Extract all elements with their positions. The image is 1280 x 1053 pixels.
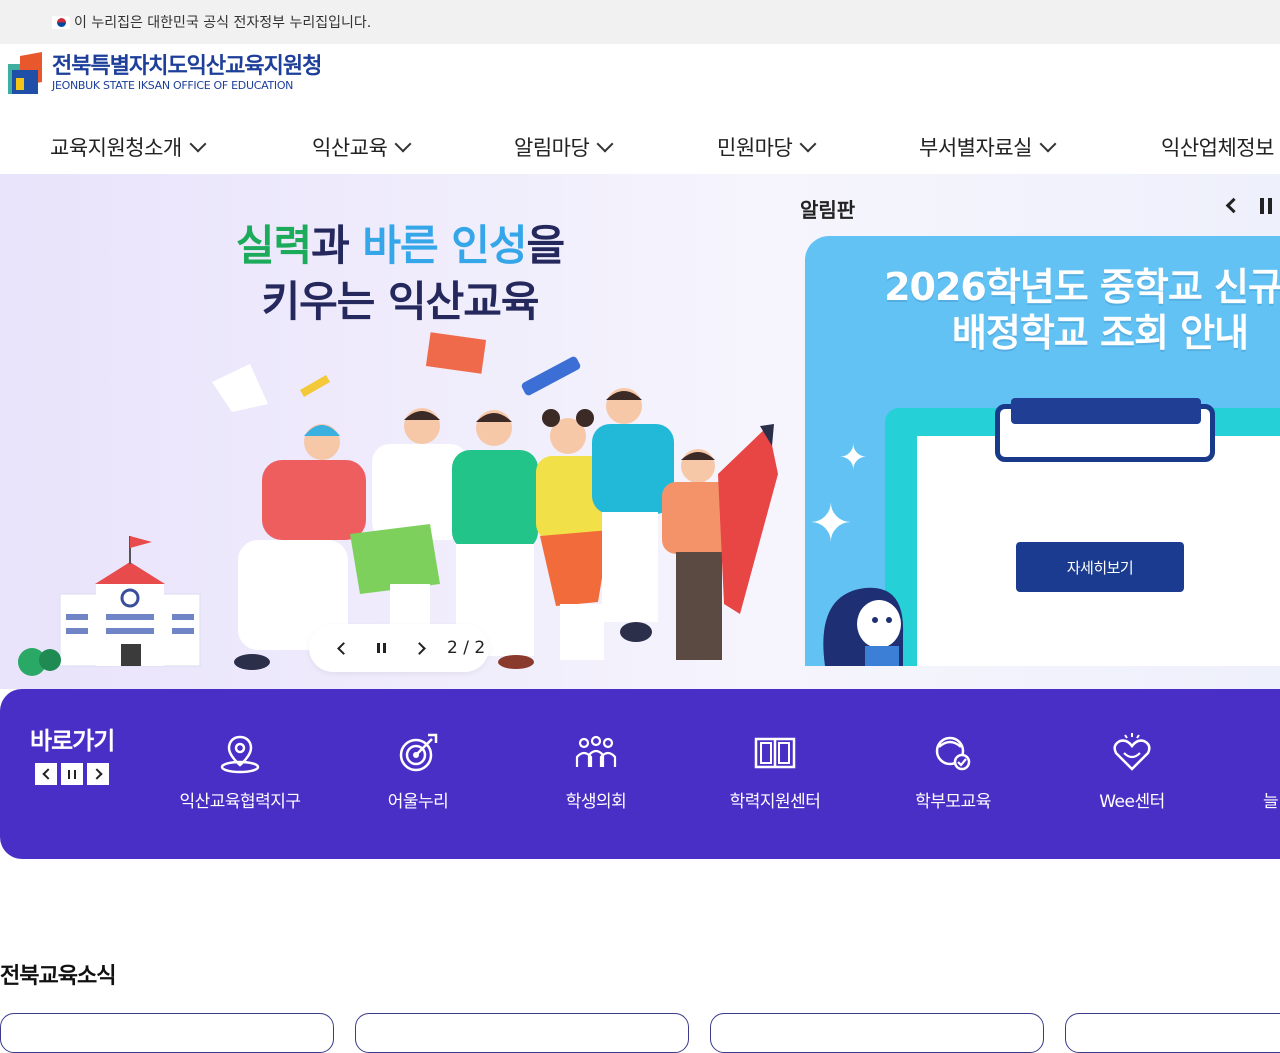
quicklink-wee-center[interactable]: Wee센터 [1047, 731, 1217, 812]
news-card[interactable] [355, 1013, 689, 1053]
quicklinks-prev-button[interactable] [35, 763, 57, 785]
news-card[interactable] [0, 1013, 334, 1053]
hero-next-button[interactable] [409, 638, 429, 658]
quicklink-cooperation-district[interactable]: 익산교육협력지구 [155, 731, 325, 812]
location-pin-icon [220, 735, 260, 774]
heart-hands-icon [1113, 733, 1151, 771]
news-section-title: 전북교육소식 [0, 964, 116, 989]
hero-banner: 실력과 바른 인성을 키우는 익산교육 2 / 2 알림판 2026학년도 중학… [0, 174, 1280, 689]
chevron-left-icon [41, 768, 54, 780]
chevron-down-icon [799, 135, 817, 153]
gov-banner: 이 누리집은 대한민국 공식 전자정부 누리집입니다. [0, 0, 1280, 44]
pause-icon [68, 769, 76, 779]
chevron-down-icon [189, 135, 207, 153]
quicklink-eoullnuri[interactable]: 어울누리 [333, 731, 503, 812]
gov-banner-text: 이 누리집은 대한민국 공식 전자정부 누리집입니다. [74, 15, 372, 31]
nav-item-company-info[interactable]: 익산업체정보 [1161, 132, 1274, 162]
open-book-icon [754, 737, 796, 769]
nav-item-about[interactable]: 교육지원청소개 [50, 132, 210, 162]
girl-illustration [823, 587, 904, 666]
pause-icon [376, 643, 386, 653]
site-logo[interactable]: 전북특별자치도익산교육지원청 JEONBUK STATE IKSAN OFFIC… [8, 52, 322, 94]
parent-check-icon [935, 736, 971, 771]
more-details-button[interactable]: 자세히보기 [1016, 542, 1184, 592]
sparkle-icon: ✦ [809, 494, 853, 554]
nav-item-dept-archive[interactable]: 부서별자료실 [919, 132, 1060, 162]
chevron-left-icon [1225, 197, 1242, 214]
chevron-down-icon [1039, 135, 1057, 153]
quicklink-student-council[interactable]: 학생의회 [511, 731, 681, 812]
korea-flag-icon [52, 15, 70, 29]
chevron-left-icon [336, 641, 350, 655]
quicklink-learning-support-center[interactable]: 학력지원센터 [690, 731, 860, 812]
target-icon [399, 733, 438, 772]
students-illustration [18, 332, 778, 676]
quicklinks-panel: 바로가기 익산교육협력지구 어울누리 학생의회 학력지원센터 학부모교육 Wee… [0, 689, 1280, 859]
logo-name-ko: 전북특별자치도익산교육지원청 [52, 54, 322, 79]
news-card[interactable] [710, 1013, 1044, 1053]
notice-prev-button[interactable] [1222, 196, 1242, 216]
chevron-down-icon [394, 135, 412, 153]
main-nav: 교육지원청소개 익산교육 알림마당 민원마당 부서별자료실 익산업체정보 [0, 118, 1280, 174]
notice-slide[interactable]: 2026학년도 중학교 신규교 배정학교 조회 안내 ✦ ✦ 자세히보기 [805, 236, 1280, 666]
pause-icon [1260, 198, 1272, 214]
chevron-right-icon [90, 768, 103, 780]
quicklink-partial[interactable]: 늘 [1226, 731, 1280, 812]
notice-slide-title: 2026학년도 중학교 신규교 배정학교 조회 안내 [884, 265, 1280, 355]
quicklinks-pause-button[interactable] [61, 763, 83, 785]
quicklinks-controls [35, 763, 109, 785]
logo-emblem-icon [8, 52, 46, 94]
news-card[interactable] [1065, 1013, 1280, 1053]
hero-pause-button[interactable] [371, 638, 391, 658]
notice-pause-button[interactable] [1260, 196, 1280, 216]
hero-slide-controls: 2 / 2 [309, 624, 489, 672]
hero-slide-counter: 2 / 2 [447, 638, 486, 658]
nav-item-notices[interactable]: 알림마당 [514, 132, 617, 162]
quicklinks-title: 바로가기 [30, 727, 115, 755]
logo-name-en: JEONBUK STATE IKSAN OFFICE OF EDUCATION [52, 79, 294, 92]
chevron-right-icon [412, 641, 426, 655]
quicklinks-next-button[interactable] [87, 763, 109, 785]
hero-prev-button[interactable] [333, 638, 353, 658]
chevron-down-icon [596, 135, 614, 153]
nav-item-iksan-education[interactable]: 익산교육 [312, 132, 415, 162]
people-group-icon [575, 735, 617, 767]
notice-board-title: 알림판 [800, 198, 856, 222]
quicklink-parent-education[interactable]: 학부모교육 [868, 731, 1038, 812]
sparkle-icon: ✦ [839, 438, 868, 478]
nav-item-civil-service[interactable]: 민원마당 [717, 132, 820, 162]
